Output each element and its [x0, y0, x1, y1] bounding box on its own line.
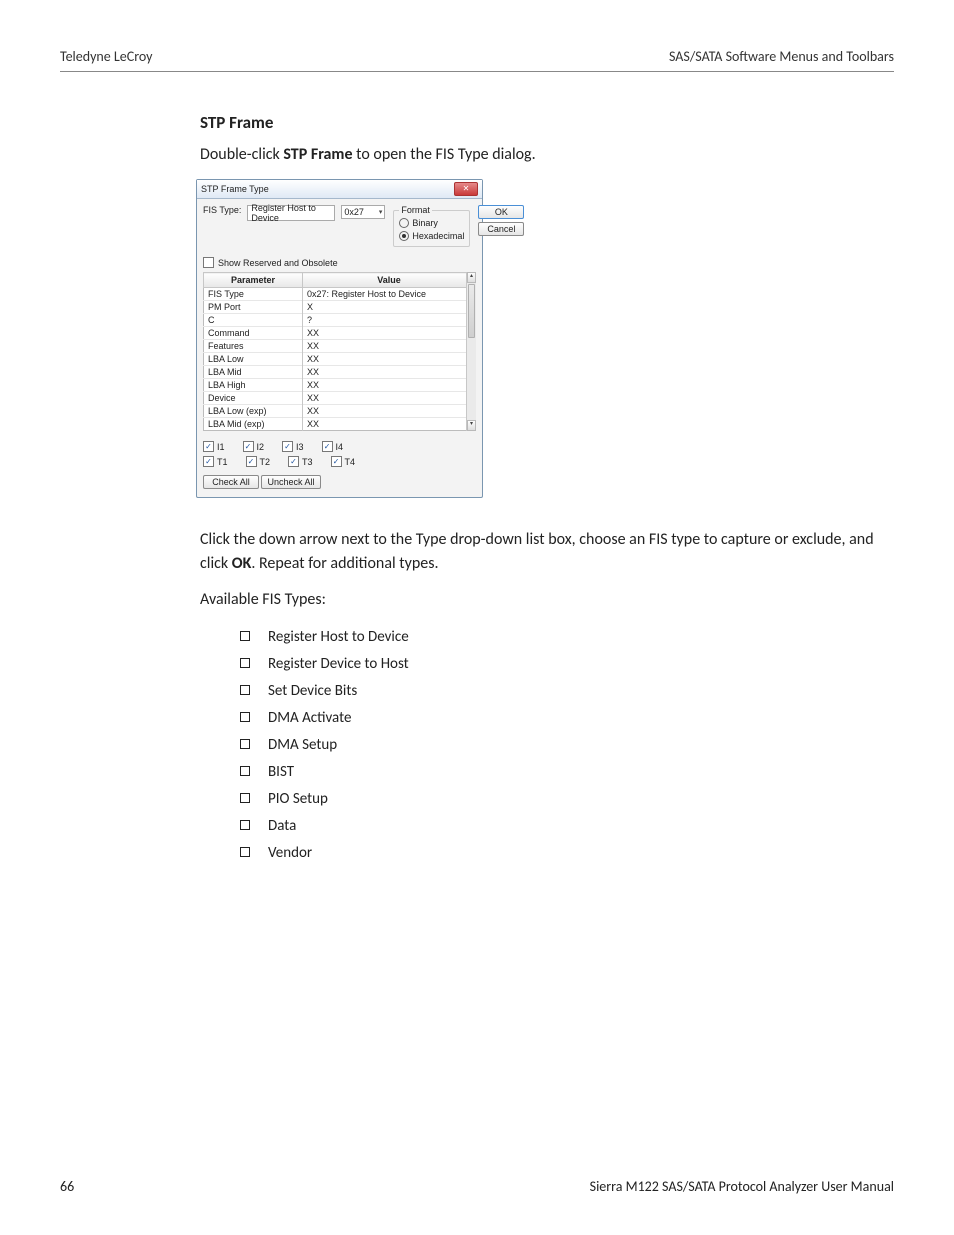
stp-frame-type-dialog: STP Frame Type ✕ FIS Type: Register Host… [196, 179, 483, 498]
table-row[interactable]: C? [204, 314, 476, 327]
port-checkbox[interactable]: ✓I1 [203, 441, 225, 452]
it-checkbox-grid: ✓I1 ✓I2 ✓I3 ✓I4 ✓T1 ✓T2 ✓T3 ✓T4 [203, 441, 476, 467]
page-header: Teledyne LeCroy SAS/SATA Software Menus … [60, 48, 894, 72]
chevron-down-icon: ▾ [379, 208, 383, 216]
check-all-button[interactable]: Check All [203, 475, 259, 489]
port-checkbox[interactable]: ✓T4 [331, 456, 356, 467]
table-row[interactable]: LBA LowXX [204, 353, 476, 366]
col-value: Value [303, 273, 476, 288]
port-checkbox[interactable]: ✓I2 [243, 441, 265, 452]
port-checkbox[interactable]: ✓T3 [288, 456, 313, 467]
scroll-down-icon: ▾ [467, 420, 476, 431]
table-row[interactable]: LBA Mid (exp)XX [204, 418, 476, 431]
instruction-text: Click the down arrow next to the Type dr… [200, 528, 874, 576]
scroll-thumb [468, 284, 475, 338]
page-footer: 66 Sierra M122 SAS/SATA Protocol Analyze… [60, 1178, 894, 1195]
list-item: Set Device Bits [240, 678, 874, 705]
table-row[interactable]: CommandXX [204, 327, 476, 340]
list-item: Register Host to Device [240, 624, 874, 651]
table-row[interactable]: FeaturesXX [204, 340, 476, 353]
port-checkbox[interactable]: ✓T2 [246, 456, 271, 467]
parameter-table-wrap: Parameter Value FIS Type0x27: Register H… [203, 272, 476, 431]
table-row[interactable]: LBA Low (exp)XX [204, 405, 476, 418]
col-parameter: Parameter [204, 273, 303, 288]
fis-type-input[interactable]: Register Host to Device [247, 205, 335, 221]
fis-type-code-dropdown[interactable]: 0x27 ▾ [341, 205, 385, 219]
page-number: 66 [60, 1178, 74, 1195]
fis-types-list: Register Host to DeviceRegister Device t… [200, 624, 874, 867]
scrollbar[interactable]: ▴ ▾ [466, 272, 476, 431]
ok-button[interactable]: OK [478, 205, 524, 219]
table-row[interactable]: DeviceXX [204, 392, 476, 405]
header-right: SAS/SATA Software Menus and Toolbars [669, 48, 894, 65]
book-title: Sierra M122 SAS/SATA Protocol Analyzer U… [590, 1178, 894, 1195]
dialog-title: STP Frame Type [201, 184, 269, 194]
cancel-button[interactable]: Cancel [478, 222, 524, 236]
intro-text: Double-click STP Frame to open the FIS T… [200, 143, 874, 167]
table-row[interactable]: LBA MidXX [204, 366, 476, 379]
port-checkbox[interactable]: ✓T1 [203, 456, 228, 467]
list-item: Register Device to Host [240, 651, 874, 678]
fis-type-label: FIS Type: [203, 205, 241, 215]
header-left: Teledyne LeCroy [60, 48, 153, 65]
table-row[interactable]: LBA HighXX [204, 379, 476, 392]
format-group: Format Binary Hexadecimal [393, 205, 470, 247]
dialog-titlebar[interactable]: STP Frame Type ✕ [197, 180, 482, 199]
close-icon[interactable]: ✕ [454, 182, 478, 196]
available-types-label: Available FIS Types: [200, 588, 874, 612]
list-item: Data [240, 813, 874, 840]
table-row[interactable]: FIS Type0x27: Register Host to Device [204, 288, 476, 301]
parameter-table: Parameter Value FIS Type0x27: Register H… [203, 272, 476, 431]
list-item: DMA Activate [240, 705, 874, 732]
table-row[interactable]: PM PortX [204, 301, 476, 314]
list-item: PIO Setup [240, 786, 874, 813]
uncheck-all-button[interactable]: Uncheck All [261, 475, 321, 489]
section-title: STP Frame [200, 112, 874, 133]
format-hex-radio[interactable]: Hexadecimal [399, 230, 464, 243]
list-item: DMA Setup [240, 732, 874, 759]
show-reserved-checkbox[interactable]: Show Reserved and Obsolete [203, 257, 476, 268]
format-binary-radio[interactable]: Binary [399, 217, 464, 230]
port-checkbox[interactable]: ✓I3 [282, 441, 304, 452]
list-item: BIST [240, 759, 874, 786]
list-item: Vendor [240, 840, 874, 867]
port-checkbox[interactable]: ✓I4 [322, 441, 344, 452]
scroll-up-icon: ▴ [467, 272, 476, 283]
